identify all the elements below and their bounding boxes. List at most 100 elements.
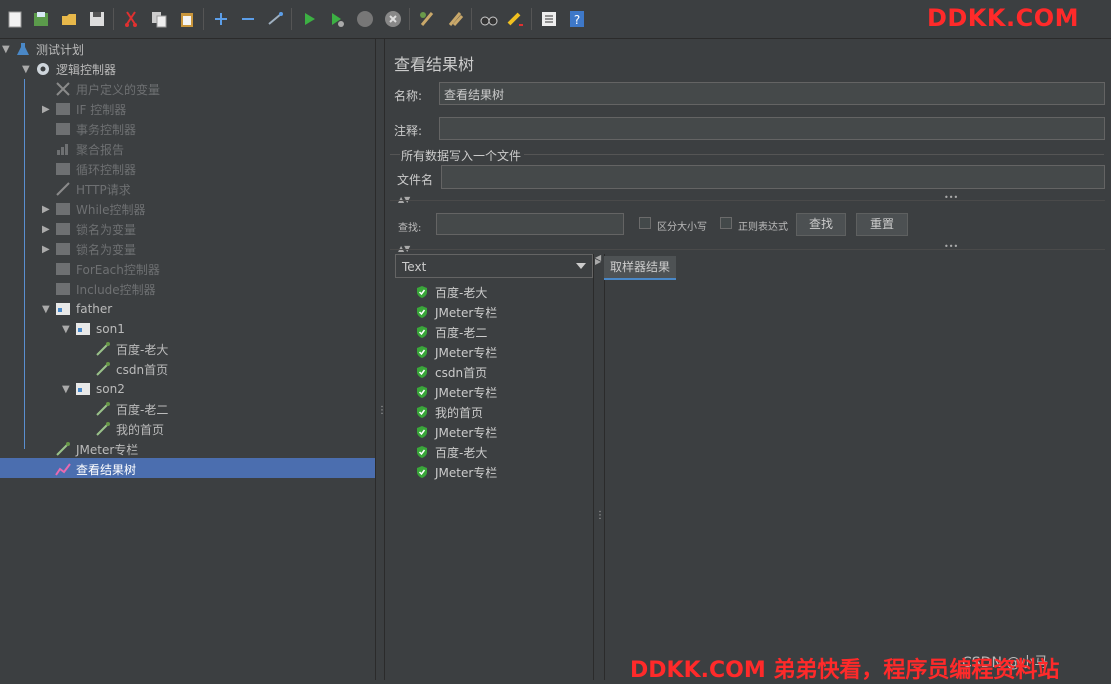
divider	[390, 200, 1105, 201]
reset-button[interactable]: 重置	[856, 213, 908, 236]
help-icon[interactable]: ?	[566, 8, 588, 30]
chevron-down-icon[interactable]: ▼	[2, 44, 14, 55]
reset-search-icon[interactable]	[504, 8, 526, 30]
start-no-pause-icon[interactable]	[326, 8, 348, 30]
tree-item-son2[interactable]: ▼ son2	[62, 379, 125, 399]
pipette-icon	[94, 361, 112, 377]
clear-all-icon[interactable]	[444, 8, 466, 30]
tree-item-lock-var-1[interactable]: ▶ 锁名为变量	[42, 219, 136, 239]
result-item[interactable]: 百度-老二	[415, 322, 487, 342]
tree-item-label: 用户定义的变量	[76, 82, 161, 97]
tree-item-transaction-controller[interactable]: 事务控制器	[42, 119, 136, 139]
divider	[390, 249, 1105, 250]
renderer-select[interactable]: Text	[395, 254, 593, 278]
pipette-icon	[54, 441, 72, 457]
chevron-right-icon[interactable]: ▶	[42, 224, 54, 235]
tree-item-son1[interactable]: ▼ son1	[62, 319, 125, 339]
tree-item-if-controller[interactable]: ▶ IF 控制器	[42, 99, 126, 119]
filename-field[interactable]	[441, 165, 1105, 189]
gear-icon	[34, 61, 52, 77]
name-field-value: 查看结果树	[444, 88, 505, 102]
tree-item-csdn[interactable]: csdn首页	[82, 359, 168, 379]
result-item[interactable]: JMeter专栏	[415, 462, 497, 482]
name-label: 名称:	[394, 89, 423, 103]
tree-item-label: father	[76, 302, 113, 316]
tree-item-baidu-1[interactable]: 百度-老大	[82, 339, 168, 359]
toggle-icon[interactable]	[264, 8, 286, 30]
chevron-right-icon[interactable]: ▶	[42, 204, 54, 215]
result-item-label: JMeter专栏	[435, 465, 498, 480]
result-item[interactable]: 百度-老大	[415, 442, 487, 462]
tree-item-view-results-tree[interactable]: 查看结果树	[42, 459, 136, 479]
result-item[interactable]: JMeter专栏	[415, 342, 497, 362]
name-field[interactable]: 查看结果树	[439, 82, 1105, 105]
controller-icon	[54, 241, 72, 257]
tree-item-loop-controller[interactable]: 循环控制器	[42, 159, 136, 179]
success-shield-icon	[417, 446, 427, 458]
success-shield-icon	[417, 326, 427, 338]
result-list: Text 百度-老大 JMeter专栏 百度-老二 JMeter专栏 csdn首…	[395, 254, 593, 680]
chevron-down-icon[interactable]: ▼	[62, 324, 74, 335]
new-icon[interactable]	[4, 8, 26, 30]
start-icon[interactable]	[298, 8, 320, 30]
paste-icon[interactable]	[176, 8, 198, 30]
clear-icon[interactable]	[416, 8, 438, 30]
tree-item-jmeter-column[interactable]: JMeter专栏	[42, 439, 138, 459]
tree-item-label: 百度-老大	[116, 342, 169, 357]
case-sensitive-label: 区分大小写	[657, 222, 707, 233]
tree-item-user-vars[interactable]: 用户定义的变量	[42, 79, 160, 99]
search-button[interactable]: 查找	[796, 213, 846, 236]
svg-text:?: ?	[574, 13, 580, 27]
search-icon[interactable]	[478, 8, 500, 30]
drag-handle-icon[interactable]: •••	[944, 242, 958, 251]
collapse-icon[interactable]	[237, 8, 259, 30]
stop-icon[interactable]	[354, 8, 376, 30]
search-input[interactable]	[436, 213, 624, 235]
chevron-right-icon[interactable]: ▶	[42, 104, 54, 115]
result-item[interactable]: JMeter专栏	[415, 302, 497, 322]
cut-icon[interactable]	[120, 8, 142, 30]
tree-item-test-plan[interactable]: ▼ 测试计划	[2, 39, 84, 59]
chevron-down-icon[interactable]: ▼	[22, 64, 34, 75]
function-helper-icon[interactable]	[538, 8, 560, 30]
tree-item-my-home[interactable]: 我的首页	[82, 419, 164, 439]
open-icon[interactable]	[58, 8, 80, 30]
tree-item-baidu-2[interactable]: 百度-老二	[82, 399, 168, 419]
templates-icon[interactable]	[30, 8, 52, 30]
drag-handle-icon[interactable]: •••	[944, 193, 958, 202]
tree-item-label: son2	[96, 382, 125, 396]
tree-item-http-request[interactable]: HTTP请求	[42, 179, 131, 199]
tab-sampler-result[interactable]: 取样器结果	[604, 256, 677, 280]
result-item[interactable]: 我的首页	[415, 402, 483, 422]
tree-item-label: 我的首页	[116, 422, 165, 437]
collapse-arrows-icon[interactable]: ◀ ▶	[595, 254, 601, 266]
regex-checkbox[interactable]	[720, 217, 732, 229]
result-item[interactable]: 百度-老大	[415, 282, 487, 302]
result-item-label: JMeter专栏	[435, 385, 498, 400]
copy-icon[interactable]	[148, 8, 170, 30]
result-item[interactable]: JMeter专栏	[415, 422, 497, 442]
result-item[interactable]: JMeter专栏	[415, 382, 497, 402]
tree-item-label: 事务控制器	[76, 122, 137, 137]
shutdown-icon[interactable]	[382, 8, 404, 30]
tree-item-logic-controller[interactable]: ▼ 逻辑控制器	[22, 59, 116, 79]
chevron-right-icon[interactable]: ▶	[42, 244, 54, 255]
case-sensitive-checkbox[interactable]	[639, 217, 651, 229]
expand-icon[interactable]	[210, 8, 232, 30]
result-item[interactable]: csdn首页	[415, 362, 487, 382]
tree-item-father[interactable]: ▼ father	[42, 299, 112, 319]
tree-item-include-controller[interactable]: Include控制器	[42, 279, 156, 299]
save-icon[interactable]	[86, 8, 108, 30]
filename-label: 文件名	[397, 173, 434, 187]
tree-item-lock-var-2[interactable]: ▶ 锁名为变量	[42, 239, 136, 259]
results-splitter[interactable]: ◀ ▶ ⋮	[593, 254, 605, 680]
tree-item-label: JMeter专栏	[76, 442, 139, 457]
tree-item-while-controller[interactable]: ▶ While控制器	[42, 199, 146, 219]
comment-field[interactable]	[439, 117, 1105, 140]
chevron-down-icon[interactable]: ▼	[62, 384, 74, 395]
result-item-label: 百度-老大	[435, 445, 488, 460]
tree-item-aggregate-report[interactable]: 聚合报告	[42, 139, 124, 159]
chevron-down-icon[interactable]: ▼	[42, 304, 54, 315]
controller-icon	[54, 221, 72, 237]
tree-item-foreach-controller[interactable]: ForEach控制器	[42, 259, 160, 279]
